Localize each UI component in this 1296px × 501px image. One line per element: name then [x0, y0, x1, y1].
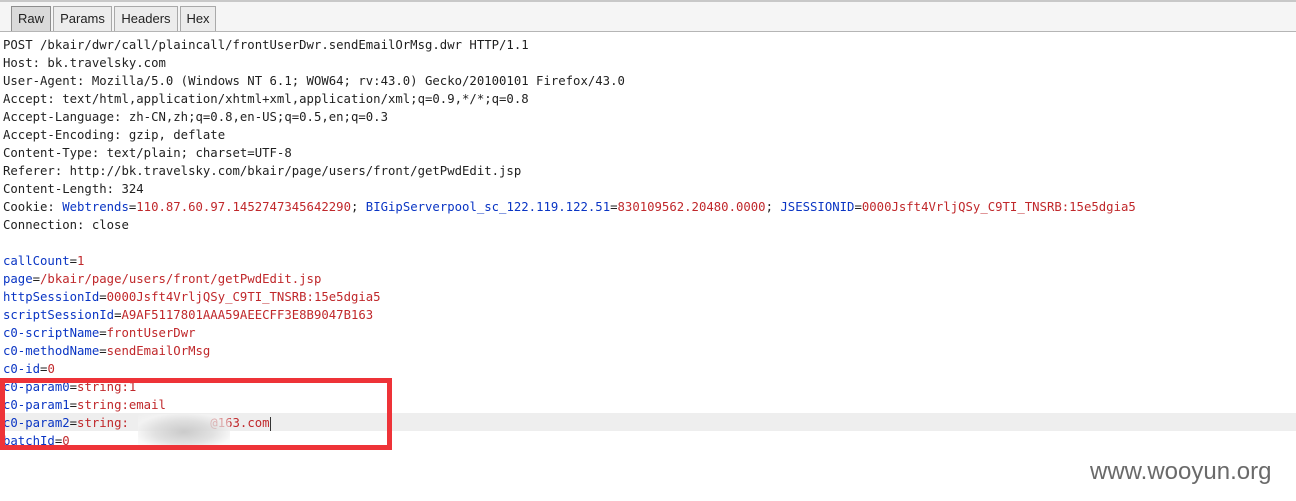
separator: ;	[350, 200, 366, 214]
param-name: callCount	[3, 254, 70, 268]
param-name: httpSessionId	[3, 290, 100, 304]
tab-headers[interactable]: Headers	[114, 6, 178, 31]
accept-header: Accept: text/html,application/xhtml+xml,…	[3, 92, 529, 106]
body-param: c0-scriptName=frontUserDwr	[3, 326, 196, 340]
cookie-value: 830109562.20480.0000	[617, 200, 766, 214]
param-name: c0-scriptName	[3, 326, 100, 340]
user-agent-header: User-Agent: Mozilla/5.0 (Windows NT 6.1;…	[3, 74, 625, 88]
body-param: scriptSessionId=A9AF5117801AAA59AEECFF3E…	[3, 308, 374, 322]
message-editor-tabs: Raw Params Headers Hex	[0, 2, 1296, 32]
watermark-text: www.wooyun.org	[1090, 458, 1272, 485]
param-value: frontUserDwr	[106, 326, 196, 340]
param-name: scriptSessionId	[3, 308, 115, 322]
cookie-name: BIGipServerpool_sc_122.119.122.51	[365, 200, 611, 214]
referer-header: Referer: http://bk.travelsky.com/bkair/p…	[3, 164, 522, 178]
equals: =	[610, 200, 618, 214]
cookie-value: 110.87.60.97.1452747345642290	[136, 200, 351, 214]
param-value: A9AF5117801AAA59AEECFF3E8B9047B163	[121, 308, 374, 322]
param-value: 0000Jsft4VrljQSy_C9TI_TNSRB:15e5dgia5	[106, 290, 381, 304]
param-name: page	[3, 272, 33, 286]
accept-language-header: Accept-Language: zh-CN,zh;q=0.8,en-US;q=…	[3, 110, 388, 124]
request-line: POST /bkair/dwr/call/plaincall/frontUser…	[3, 38, 529, 52]
tab-raw[interactable]: Raw	[11, 6, 51, 31]
separator: ;	[765, 200, 781, 214]
param-name: c0-id	[3, 362, 41, 376]
cookie-name: Webtrends	[62, 200, 129, 214]
body-param: c0-methodName=sendEmailOrMsg	[3, 344, 211, 358]
cookie-header: Cookie: Webtrends = 110.87.60.97.145274734…	[3, 198, 1136, 216]
body-param: c0-id=0	[3, 362, 55, 376]
connection-header: Connection: close	[3, 218, 129, 232]
content-length-header: Content-Length: 324	[3, 182, 144, 196]
tab-hex[interactable]: Hex	[180, 6, 216, 31]
param-name: c0-methodName	[3, 344, 100, 358]
param-value: sendEmailOrMsg	[106, 344, 211, 358]
body-param: callCount=1	[3, 254, 85, 268]
body-param: page=/bkair/page/users/front/getPwdEdit.…	[3, 272, 322, 286]
highlight-annotation-box	[0, 378, 392, 450]
content-type-header: Content-Type: text/plain; charset=UTF-8	[3, 146, 292, 160]
param-value: 0	[47, 362, 55, 376]
cookie-value: 0000Jsft4VrljQSy_C9TI_TNSRB:15e5dgia5	[861, 200, 1136, 214]
equals: =	[854, 200, 862, 214]
tab-params[interactable]: Params	[53, 6, 112, 31]
cookie-label: Cookie:	[3, 200, 63, 214]
body-param: httpSessionId=0000Jsft4VrljQSy_C9TI_TNSR…	[3, 290, 381, 304]
param-value: 1	[77, 254, 85, 268]
cookie-name: JSESSIONID	[780, 200, 855, 214]
accept-encoding-header: Accept-Encoding: gzip, deflate	[3, 128, 226, 142]
param-value: /bkair/page/users/front/getPwdEdit.jsp	[40, 272, 322, 286]
host-header: Host: bk.travelsky.com	[3, 56, 166, 70]
